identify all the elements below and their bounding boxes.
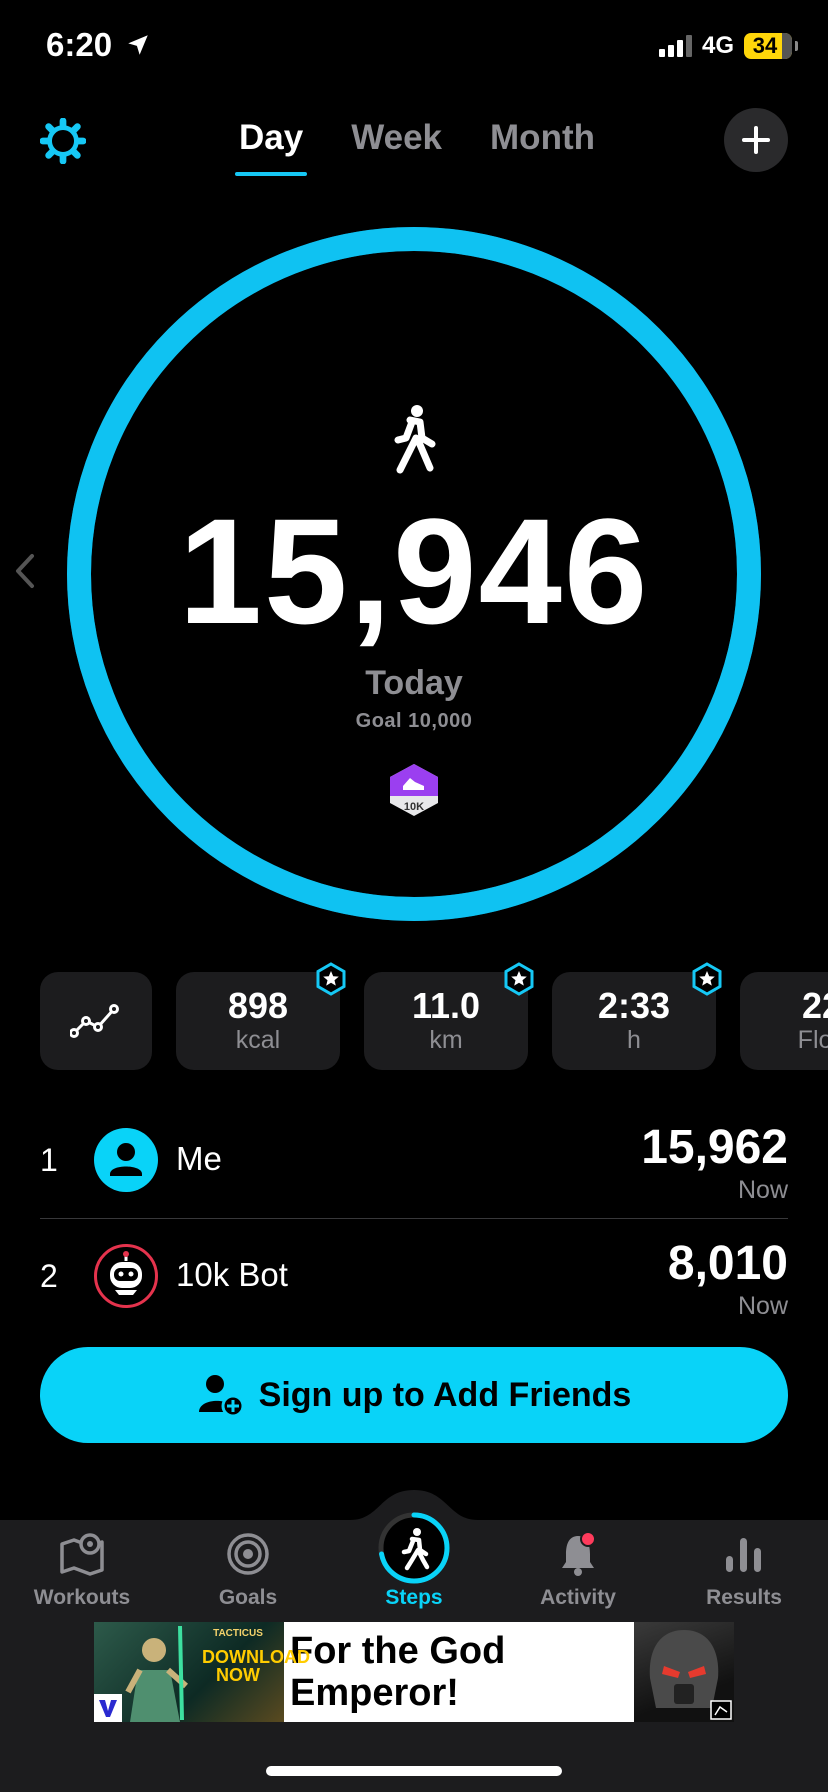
map-pin-icon (60, 1533, 104, 1576)
leaderboard-row-me[interactable]: 1 Me 15,962 Now (40, 1106, 788, 1216)
tab-label: Results (706, 1586, 782, 1609)
add-friends-button[interactable]: Sign up to Add Friends (40, 1347, 788, 1443)
ad-left-image: TACTICUS DOWNLOAD NOW (94, 1622, 310, 1722)
tab-results[interactable]: Results (674, 1530, 814, 1609)
stat-unit: Floo (797, 1026, 828, 1054)
star-badge-icon (692, 962, 722, 996)
bot-steps: 8,010 (667, 1237, 788, 1290)
ad-download-label[interactable]: DOWNLOAD NOW (202, 1648, 310, 1684)
sneaker-badge-icon: 10K (390, 764, 438, 816)
home-indicator (266, 1766, 562, 1776)
step-count: 15,946 (178, 487, 650, 655)
cellular-signal-icon (658, 35, 692, 57)
target-icon (227, 1533, 269, 1575)
user-avatar (94, 1128, 158, 1192)
status-indicators: 4G 34 (658, 32, 798, 60)
steps-walker-icon (378, 1512, 450, 1584)
trend-chart-button[interactable] (40, 972, 152, 1070)
period-tabs: Day Week Month (0, 118, 828, 176)
user-steps: 15,962 (641, 1121, 788, 1174)
updated-time: Now (737, 1176, 788, 1204)
period-label: Today (365, 664, 463, 702)
star-badge-icon (504, 962, 534, 996)
network-type: 4G (701, 32, 734, 59)
battery-level: 34 (752, 33, 778, 58)
tab-steps[interactable]: Steps (344, 1510, 484, 1609)
stat-card-calories[interactable]: 898 kcal (176, 962, 346, 1070)
ad-headline: For the God Emperor! (290, 1630, 506, 1714)
stat-card-distance[interactable]: 11.0 km (364, 962, 534, 1070)
tab-goals[interactable]: Goals (178, 1530, 318, 1609)
tab-week[interactable]: Week (351, 118, 442, 176)
bot-name: 10k Bot (176, 1256, 288, 1293)
tab-label: Steps (385, 1586, 443, 1609)
ad-network-logo (94, 1694, 122, 1722)
stat-value: 898 (227, 985, 289, 1026)
user-name: Me (176, 1140, 222, 1177)
row-divider (40, 1218, 788, 1219)
add-friends-label: Sign up to Add Friends (258, 1375, 632, 1414)
bell-icon (562, 1531, 596, 1576)
rank: 1 (40, 1142, 58, 1178)
stat-unit: kcal (235, 1026, 281, 1054)
tab-label: Activity (540, 1586, 616, 1609)
ad-info-icon[interactable] (710, 1700, 732, 1720)
stat-unit: h (627, 1026, 641, 1054)
ad-banner[interactable]: TACTICUS DOWNLOAD NOW For the God Empero… (94, 1622, 734, 1722)
badge-label: 10K (404, 801, 424, 813)
tab-month[interactable]: Month (490, 118, 595, 176)
tab-workouts[interactable]: Workouts (12, 1530, 152, 1609)
line-chart-icon (70, 1004, 119, 1038)
stat-card-floors[interactable]: 22 Floo (740, 972, 828, 1070)
status-time: 6:20 (46, 26, 151, 64)
plus-icon (742, 126, 770, 154)
stat-card-duration[interactable]: 2:33 h (552, 962, 722, 1070)
ad-game-title: TACTICUS (213, 1628, 263, 1639)
tab-label: Workouts (33, 1586, 131, 1609)
location-arrow-icon (128, 35, 148, 55)
add-person-icon (198, 1375, 245, 1418)
v-logo-icon (99, 1700, 117, 1717)
goal-text: Goal 10,000 (355, 710, 473, 732)
battery-empty-portion (782, 33, 792, 59)
updated-time: Now (737, 1292, 788, 1320)
robot-icon (110, 1251, 142, 1295)
goal-badge[interactable]: 10K (388, 762, 440, 823)
stat-card-floors-clip: 22 Floo (740, 972, 828, 1070)
bot-avatar (94, 1244, 158, 1308)
battery-icon: 34 (744, 33, 798, 59)
tab-label: Goals (218, 1586, 278, 1609)
stat-value: 22 (801, 985, 828, 1026)
warrior-figure-icon (125, 1625, 188, 1722)
stat-unit: km (429, 1026, 463, 1054)
person-icon (110, 1143, 142, 1176)
ad-right-image (634, 1622, 734, 1722)
leaderboard-row-bot[interactable]: 2 10k Bot 8,010 Now (40, 1222, 788, 1332)
status-time-text: 6:20 (46, 26, 113, 63)
rank: 2 (40, 1258, 58, 1294)
tab-activity[interactable]: Activity (508, 1530, 648, 1609)
walking-icon (386, 404, 438, 479)
bar-chart-icon (726, 1538, 761, 1572)
stat-value: 2:33 (597, 985, 671, 1026)
star-badge-icon (316, 962, 346, 996)
stat-cards: 898 kcal 11.0 km 2:33 h (40, 962, 722, 1070)
stat-value: 11.0 (411, 985, 481, 1026)
tab-day[interactable]: Day (234, 118, 308, 176)
add-button[interactable] (724, 108, 788, 172)
